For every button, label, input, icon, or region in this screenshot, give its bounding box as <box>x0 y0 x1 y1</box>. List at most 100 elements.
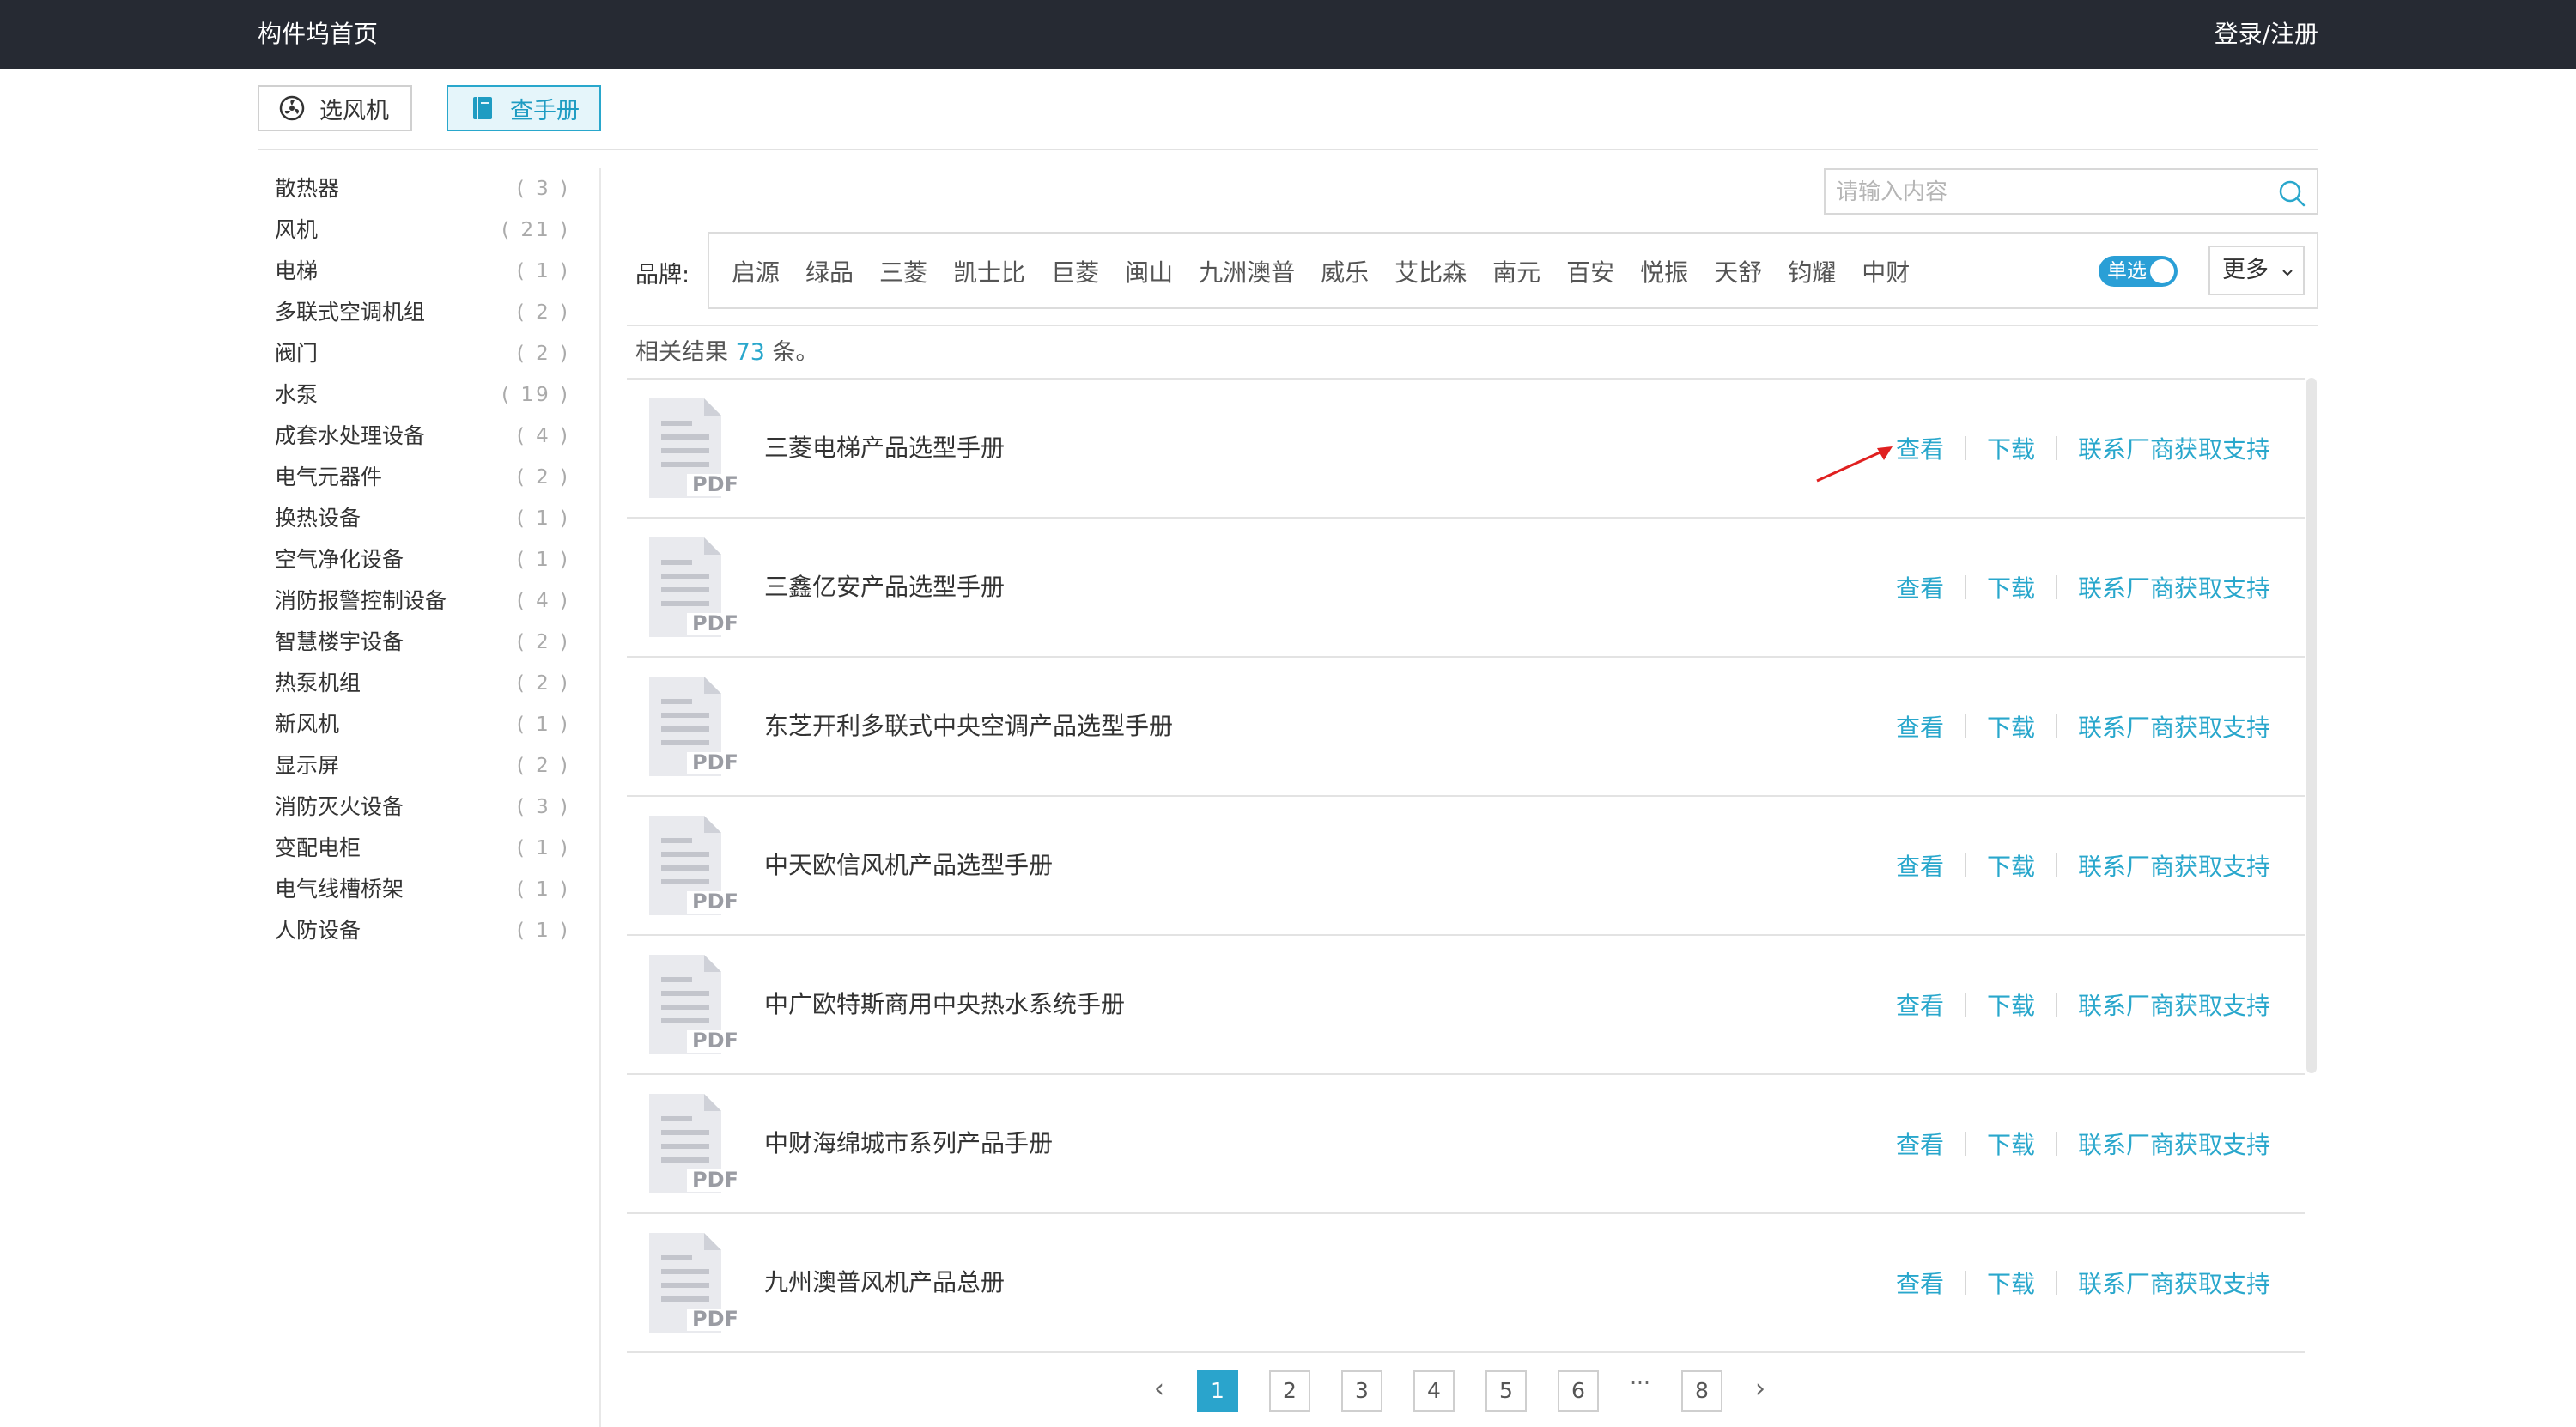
view-link[interactable]: 查看 <box>1896 431 1944 465</box>
pdf-file-icon[interactable]: PDF <box>649 955 744 1058</box>
fan-icon <box>278 94 306 122</box>
page-button[interactable]: 8 <box>1681 1370 1722 1412</box>
pdf-file-icon[interactable]: PDF <box>649 677 744 780</box>
category-item[interactable]: 新风机 ( 1 ) <box>258 704 601 745</box>
category-item[interactable]: 空气净化设备 ( 1 ) <box>258 539 601 580</box>
category-item[interactable]: 显示屏 ( 2 ) <box>258 745 601 786</box>
view-link[interactable]: 查看 <box>1896 1266 1944 1300</box>
page-button[interactable]: 3 <box>1341 1370 1382 1412</box>
brand-option[interactable]: 百安 <box>1566 254 1614 288</box>
action-separator <box>1965 436 1967 460</box>
manual-title[interactable]: 九州澳普风机产品总册 <box>764 1264 1005 1302</box>
login-register-link[interactable]: 登录/注册 <box>2215 17 2318 52</box>
category-item[interactable]: 换热设备 ( 1 ) <box>258 498 601 539</box>
brand-option[interactable]: 巨菱 <box>1051 254 1099 288</box>
brand-option[interactable]: 三菱 <box>879 254 927 288</box>
contact-vendor-link[interactable]: 联系厂商获取支持 <box>2078 709 2270 744</box>
download-link[interactable]: 下载 <box>1987 709 2035 744</box>
manual-title[interactable]: 中财海绵城市系列产品手册 <box>764 1125 1053 1163</box>
pdf-file-icon[interactable]: PDF <box>649 816 744 919</box>
download-link[interactable]: 下载 <box>1987 431 2035 465</box>
category-item[interactable]: 散热器 ( 3 ) <box>258 168 601 209</box>
manual-title[interactable]: 中天欧信风机产品选型手册 <box>764 847 1053 884</box>
pdf-file-icon[interactable]: PDF <box>649 537 744 641</box>
pdf-file-icon[interactable]: PDF <box>649 398 744 501</box>
download-link[interactable]: 下载 <box>1987 987 2035 1022</box>
view-link[interactable]: 查看 <box>1896 848 1944 883</box>
category-item[interactable]: 人防设备 ( 1 ) <box>258 910 601 951</box>
category-item[interactable]: 成套水处理设备 ( 4 ) <box>258 416 601 457</box>
page-button[interactable]: 4 <box>1413 1370 1455 1412</box>
view-link[interactable]: 查看 <box>1896 570 1944 604</box>
pdf-file-icon[interactable]: PDF <box>649 1233 744 1336</box>
manual-title[interactable]: 三鑫亿安产品选型手册 <box>764 568 1005 606</box>
category-item[interactable]: 智慧楼宇设备 ( 2 ) <box>258 622 601 663</box>
manual-title[interactable]: 三菱电梯产品选型手册 <box>764 429 1005 467</box>
manual-title[interactable]: 中广欧特斯商用中央热水系统手册 <box>764 986 1125 1023</box>
manual-actions: 查看 下载 联系厂商获取支持 <box>1896 1264 2270 1302</box>
download-link[interactable]: 下载 <box>1987 848 2035 883</box>
contact-vendor-link[interactable]: 联系厂商获取支持 <box>2078 431 2270 465</box>
next-page-button[interactable]: › <box>1740 1370 1781 1412</box>
brand-option[interactable]: 闽山 <box>1125 254 1173 288</box>
category-item[interactable]: 阀门 ( 2 ) <box>258 333 601 374</box>
category-item[interactable]: 电气线槽桥架 ( 1 ) <box>258 869 601 910</box>
brand-option[interactable]: 天舒 <box>1714 254 1762 288</box>
category-item[interactable]: 电梯 ( 1 ) <box>258 251 601 292</box>
contact-vendor-link[interactable]: 联系厂商获取支持 <box>2078 1126 2270 1161</box>
contact-vendor-link[interactable]: 联系厂商获取支持 <box>2078 570 2270 604</box>
category-item[interactable]: 消防灭火设备 ( 3 ) <box>258 786 601 828</box>
single-select-toggle[interactable]: 单选 <box>2099 256 2178 287</box>
tab-search-manual[interactable]: 查手册 <box>447 85 601 131</box>
manual-row: PDF 东芝开利多联式中央空调产品选型手册 查看 下载 联系厂商获取支持 <box>627 658 2305 797</box>
page-button[interactable]: 2 <box>1269 1370 1310 1412</box>
category-item[interactable]: 变配电柜 ( 1 ) <box>258 828 601 869</box>
brand-option[interactable]: 启源 <box>732 254 780 288</box>
category-count: ( 19 ) <box>501 384 570 406</box>
more-brands-button[interactable]: 更多 <box>2208 246 2305 295</box>
action-separator <box>1965 993 1967 1017</box>
brand-option[interactable]: 南元 <box>1492 254 1540 288</box>
category-item[interactable]: 电气元器件 ( 2 ) <box>258 457 601 498</box>
contact-vendor-link[interactable]: 联系厂商获取支持 <box>2078 987 2270 1022</box>
results-count: 73 <box>735 339 765 366</box>
brand-option[interactable]: 艾比森 <box>1394 254 1467 288</box>
view-link[interactable]: 查看 <box>1896 987 1944 1022</box>
page-button[interactable]: 5 <box>1485 1370 1527 1412</box>
home-link[interactable]: 构件坞首页 <box>258 17 378 52</box>
manual-row: PDF 九州澳普风机产品总册 查看 下载 联系厂商获取支持 <box>627 1214 2305 1353</box>
page-button[interactable]: 1 <box>1197 1370 1238 1412</box>
manual-title[interactable]: 东芝开利多联式中央空调产品选型手册 <box>764 707 1173 745</box>
category-item[interactable]: 多联式空调机组 ( 2 ) <box>258 292 601 333</box>
brand-option[interactable]: 绿品 <box>805 254 854 288</box>
prev-page-button[interactable]: ‹ <box>1139 1370 1180 1412</box>
brand-option[interactable]: 中财 <box>1862 254 1910 288</box>
brand-option[interactable]: 钧耀 <box>1788 254 1836 288</box>
download-link[interactable]: 下载 <box>1987 1266 2035 1300</box>
category-name: 风机 <box>275 217 319 242</box>
annotation-arrow-icon <box>1816 446 1893 483</box>
manual-actions: 查看 下载 联系厂商获取支持 <box>1896 429 2270 467</box>
category-item[interactable]: 消防报警控制设备 ( 4 ) <box>258 580 601 622</box>
category-item[interactable]: 风机 ( 21 ) <box>258 209 601 251</box>
brand-option[interactable]: 凯士比 <box>953 254 1025 288</box>
brand-option[interactable]: 威乐 <box>1321 254 1369 288</box>
brand-option[interactable]: 悦振 <box>1640 254 1688 288</box>
search-icon[interactable] <box>2277 179 2306 208</box>
view-link[interactable]: 查看 <box>1896 709 1944 744</box>
view-link[interactable]: 查看 <box>1896 1126 1944 1161</box>
category-item[interactable]: 水泵 ( 19 ) <box>258 374 601 416</box>
category-item[interactable]: 热泵机组 ( 2 ) <box>258 663 601 704</box>
category-count: ( 2 ) <box>516 466 570 489</box>
brand-option[interactable]: 九洲澳普 <box>1199 254 1295 288</box>
tab-select-fan[interactable]: 选风机 <box>258 85 412 131</box>
list-scrollbar[interactable] <box>2306 378 2317 1073</box>
download-link[interactable]: 下载 <box>1987 570 2035 604</box>
pdf-file-icon[interactable]: PDF <box>649 1094 744 1197</box>
page-button[interactable]: 6 <box>1558 1370 1599 1412</box>
contact-vendor-link[interactable]: 联系厂商获取支持 <box>2078 848 2270 883</box>
contact-vendor-link[interactable]: 联系厂商获取支持 <box>2078 1266 2270 1300</box>
manual-actions: 查看 下载 联系厂商获取支持 <box>1896 568 2270 606</box>
search-input[interactable] <box>1834 175 2267 209</box>
download-link[interactable]: 下载 <box>1987 1126 2035 1161</box>
